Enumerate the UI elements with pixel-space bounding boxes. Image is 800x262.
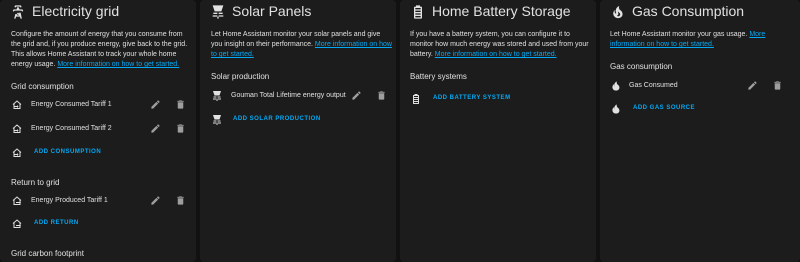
- energy-config-cards: Electricity grid Configure the amount of…: [0, 0, 800, 262]
- section-title: Battery systems: [410, 72, 467, 81]
- card-title: Gas Consumption: [632, 3, 745, 19]
- delete-icon[interactable]: [175, 123, 186, 134]
- more-info-link[interactable]: More information on how to get started.: [57, 61, 179, 68]
- pencil-icon[interactable]: [351, 90, 362, 101]
- add-gas-source-button[interactable]: ADD GAS SOURCE: [610, 101, 795, 117]
- delete-icon[interactable]: [772, 80, 783, 91]
- card-header: [410, 4, 426, 20]
- add-consumption-label[interactable]: ADD CONSUMPTION: [34, 149, 101, 155]
- card-header: [210, 4, 226, 20]
- home-export-icon: [11, 195, 23, 207]
- row-actions: [351, 90, 387, 101]
- row-actions: [150, 195, 186, 206]
- item-label: Gouman Total Lifetime energy output: [231, 92, 346, 99]
- pencil-icon[interactable]: [150, 123, 161, 134]
- delete-icon[interactable]: [175, 195, 186, 206]
- add-return-label[interactable]: ADD RETURN: [34, 220, 79, 226]
- solar-power-icon: [210, 4, 226, 20]
- solar-power-icon: [211, 90, 223, 102]
- list-item: Energy Consumed Tariff 2: [11, 121, 191, 137]
- solar-power-icon: [211, 114, 223, 126]
- section-title: Grid consumption: [11, 82, 74, 91]
- section-title: Grid carbon footprint: [11, 249, 84, 258]
- gas-consumption-card: Gas Consumption Let Home Assistant monit…: [600, 0, 800, 262]
- section-title: Return to grid: [11, 178, 60, 187]
- add-battery-system-button[interactable]: ADD BATTERY SYSTEM: [410, 91, 590, 107]
- list-item: Energy Consumed Tariff 1: [11, 97, 191, 113]
- description-text: Let Home Assistant monitor your gas usag…: [610, 31, 748, 38]
- home-battery-card: Home Battery Storage If you have a batte…: [400, 0, 596, 262]
- electricity-grid-card: Electricity grid Configure the amount of…: [0, 0, 196, 262]
- add-battery-system-label[interactable]: ADD BATTERY SYSTEM: [433, 95, 511, 101]
- card-description: Configure the amount of energy that you …: [11, 30, 193, 70]
- pencil-icon[interactable]: [150, 195, 161, 206]
- pencil-icon[interactable]: [150, 99, 161, 110]
- card-title: Solar Panels: [232, 3, 312, 19]
- solar-panels-card: Solar Panels Let Home Assistant monitor …: [200, 0, 396, 262]
- row-actions: [150, 99, 186, 110]
- add-solar-production-button[interactable]: ADD SOLAR PRODUCTION: [211, 112, 391, 128]
- item-label: Gas Consumed: [629, 82, 678, 89]
- list-item: Gouman Total Lifetime energy output: [211, 88, 391, 104]
- row-actions: [747, 80, 783, 91]
- delete-icon[interactable]: [175, 99, 186, 110]
- list-item: Energy Produced Tariff 1: [11, 193, 191, 209]
- item-label: Energy Produced Tariff 1: [31, 197, 108, 204]
- more-info-link[interactable]: More information on how to get started.: [435, 51, 557, 58]
- fire-icon: [610, 80, 622, 92]
- add-gas-source-label[interactable]: ADD GAS SOURCE: [633, 105, 695, 111]
- home-export-icon: [11, 218, 23, 230]
- card-title: Home Battery Storage: [432, 3, 571, 19]
- battery-icon: [410, 4, 426, 20]
- transmission-tower-icon: [10, 4, 26, 20]
- home-import-icon: [11, 147, 23, 159]
- card-header: [610, 4, 626, 20]
- add-return-button[interactable]: ADD RETURN: [11, 216, 191, 232]
- item-label: Energy Consumed Tariff 2: [31, 125, 112, 132]
- pencil-icon[interactable]: [747, 80, 758, 91]
- add-consumption-button[interactable]: ADD CONSUMPTION: [11, 145, 191, 161]
- add-solar-production-label[interactable]: ADD SOLAR PRODUCTION: [233, 116, 321, 122]
- card-description: Let Home Assistant monitor your gas usag…: [610, 30, 795, 50]
- card-title: Electricity grid: [32, 3, 120, 19]
- home-import-icon: [11, 123, 23, 135]
- delete-icon[interactable]: [376, 90, 387, 101]
- section-title: Gas consumption: [610, 62, 673, 71]
- fire-icon: [610, 4, 626, 20]
- fire-icon: [610, 103, 622, 115]
- card-description: If you have a battery system, you can co…: [410, 30, 592, 60]
- card-description: Let Home Assistant monitor your solar pa…: [211, 30, 393, 60]
- card-header: [10, 4, 26, 20]
- battery-icon: [410, 93, 422, 105]
- row-actions: [150, 123, 186, 134]
- item-label: Energy Consumed Tariff 1: [31, 101, 112, 108]
- list-item: Gas Consumed: [610, 78, 795, 94]
- section-title: Solar production: [211, 72, 270, 81]
- home-import-icon: [11, 99, 23, 111]
